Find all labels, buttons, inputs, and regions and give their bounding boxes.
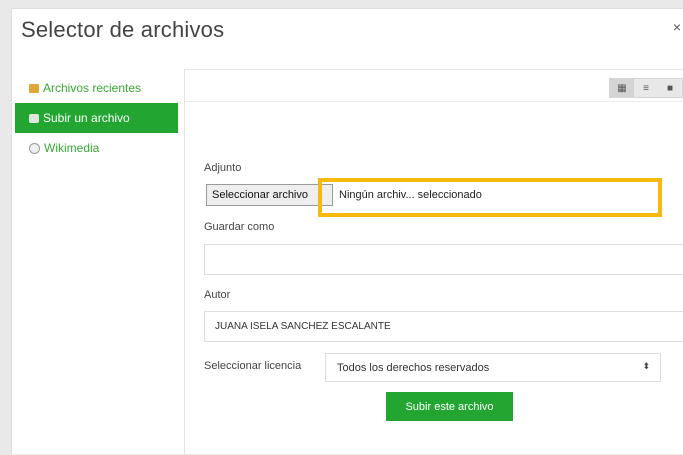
select-caret-icon: ⬍	[642, 361, 650, 371]
view-toolbar: ▦ ≡ ■	[185, 70, 683, 102]
view-switcher: ▦ ≡ ■	[609, 78, 683, 98]
author-label: Autor	[204, 289, 231, 301]
sidebar: Archivos recientes Subir un archivo Wiki…	[15, 73, 178, 163]
author-input[interactable]: JUANA ISELA SANCHEZ ESCALANTE	[204, 311, 683, 342]
file-picker-dialog: Selector de archivos × Archivos reciente…	[11, 8, 683, 455]
upload-panel: ▦ ≡ ■ Adjunto Seleccionar archivo Ningún…	[184, 69, 683, 455]
sidebar-item-wikimedia[interactable]: Wikimedia	[15, 133, 178, 163]
folder-view-icon[interactable]: ■	[658, 79, 682, 97]
file-status-text: Ningún archiv... seleccionado	[339, 189, 482, 201]
sidebar-item-label: Wikimedia	[44, 141, 100, 155]
attachment-label: Adjunto	[204, 162, 242, 174]
grid-view-icon[interactable]: ▦	[610, 79, 634, 97]
sidebar-item-recent-files[interactable]: Archivos recientes	[15, 73, 178, 103]
close-icon[interactable]: ×	[673, 19, 681, 35]
recent-files-icon	[29, 83, 39, 93]
upload-icon	[29, 113, 39, 123]
select-file-button[interactable]: Seleccionar archivo	[206, 184, 333, 206]
license-selected-value: Todos los derechos reservados	[337, 361, 490, 374]
sidebar-item-upload-file[interactable]: Subir un archivo	[15, 103, 178, 133]
dialog-title: Selector de archivos	[21, 17, 225, 42]
sidebar-item-label: Subir un archivo	[43, 111, 130, 125]
list-view-icon[interactable]: ≡	[634, 79, 658, 97]
save-as-label: Guardar como	[204, 221, 275, 233]
file-input: Seleccionar archivo Ningún archiv... sel…	[206, 184, 482, 206]
license-select[interactable]: Todos los derechos reservados ⬍	[325, 353, 661, 382]
wikimedia-icon	[29, 142, 40, 154]
license-label: Seleccionar licencia	[204, 360, 302, 372]
upload-file-button[interactable]: Subir este archivo	[386, 392, 513, 421]
save-as-input[interactable]	[204, 244, 683, 275]
sidebar-item-label: Archivos recientes	[43, 81, 142, 95]
